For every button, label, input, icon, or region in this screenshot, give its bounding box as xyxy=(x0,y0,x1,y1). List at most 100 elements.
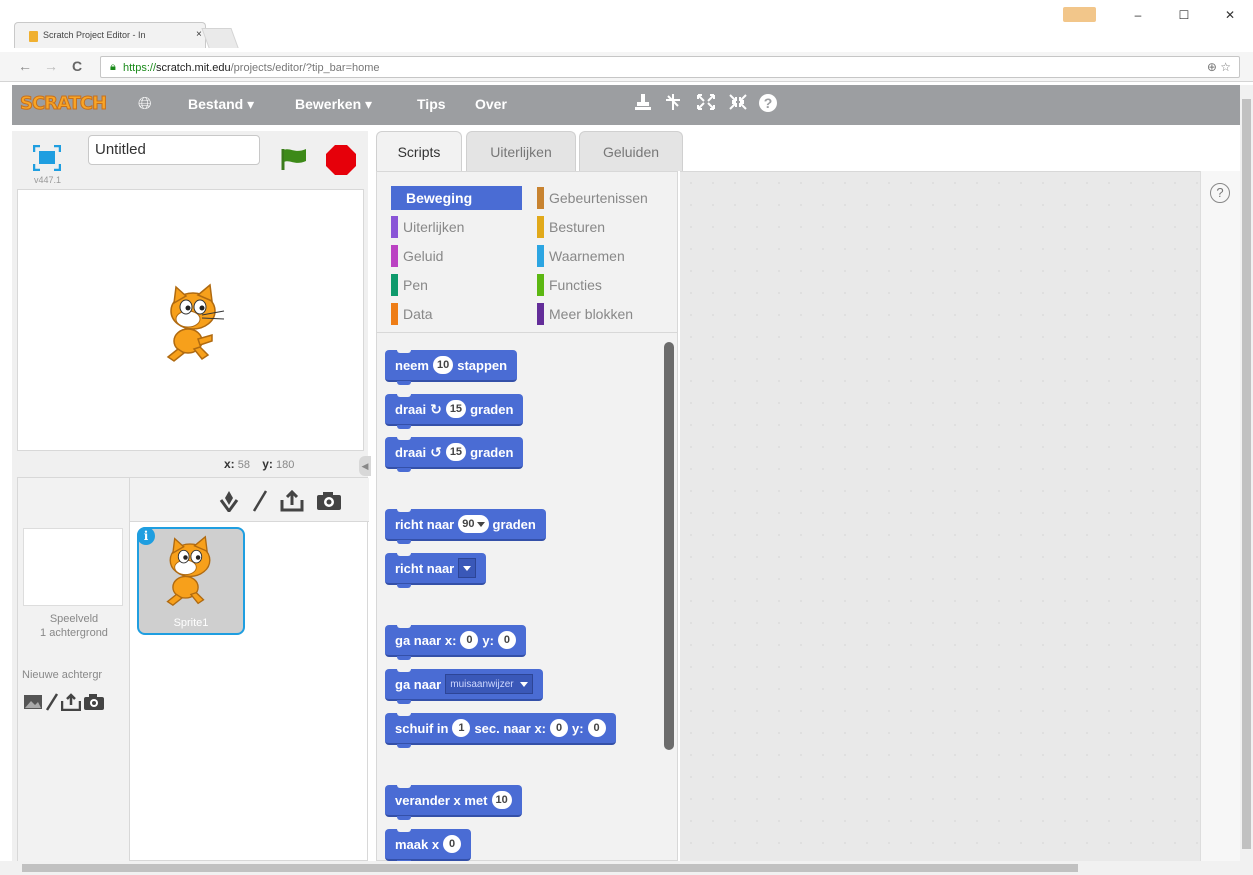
block-turn-left[interactable]: draai ↺ 15 graden xyxy=(385,436,524,472)
green-flag-icon[interactable] xyxy=(280,147,310,171)
maximize-button[interactable]: ☐ xyxy=(1161,0,1207,30)
fullscreen-icon[interactable] xyxy=(33,145,61,171)
zoom-icon[interactable]: ⊕ xyxy=(1207,60,1217,74)
block-set-x[interactable]: maak x0 xyxy=(385,828,472,862)
sprite-library-icon[interactable] xyxy=(218,490,240,512)
block-point-towards[interactable]: richt naar xyxy=(385,552,487,588)
language-globe-icon[interactable]: 🌐︎ xyxy=(138,94,152,114)
category-functies[interactable]: Functies xyxy=(537,273,602,297)
menu-over[interactable]: Over xyxy=(475,96,507,112)
block-glide[interactable]: schuif in 1 sec. naar x: 0 y: 0 xyxy=(385,712,616,748)
browser-toolbar: ← → C 🔒︎ https://scratch.mit.edu/project… xyxy=(0,52,1253,82)
sprite-cat-icon xyxy=(166,535,211,607)
stamp-icon[interactable] xyxy=(634,93,652,116)
new-sprite-toolbar xyxy=(130,478,369,522)
category-beweging[interactable]: Beweging xyxy=(391,186,522,210)
collapse-stage-tab[interactable]: ◀ xyxy=(359,456,371,476)
goto-x-input[interactable]: 0 xyxy=(460,631,479,649)
address-bar[interactable]: 🔒︎ https://scratch.mit.edu/projects/edit… xyxy=(100,56,1240,78)
browser-tabstrip: Scratch Project Editor - In × – ☐ ✕ xyxy=(0,0,1253,52)
glide-seconds-input[interactable]: 1 xyxy=(452,719,471,737)
camera-sprite-icon[interactable] xyxy=(316,491,342,511)
new-backdrop-label: Nieuwe achtergr xyxy=(22,669,103,681)
paint-backdrop-icon[interactable] xyxy=(45,693,59,711)
menu-bestand[interactable]: Bestand ▾ xyxy=(188,96,254,113)
backdrop-library-icon[interactable] xyxy=(23,694,43,710)
palette-scrollbar[interactable] xyxy=(664,342,674,750)
turn-left-degrees-input[interactable]: 15 xyxy=(445,443,467,461)
new-sprite-tools xyxy=(218,490,342,512)
category-meer-blokken[interactable]: Meer blokken xyxy=(537,302,633,326)
category-geluid[interactable]: Geluid xyxy=(391,244,443,268)
block-change-x[interactable]: verander x met 10 xyxy=(385,784,522,820)
category-gebeurtenissen[interactable]: Gebeurtenissen xyxy=(537,186,648,210)
sprite-thumbnail[interactable]: i Sprite1 xyxy=(137,527,245,635)
upload-backdrop-icon[interactable] xyxy=(61,693,81,711)
scratch-favicon-icon xyxy=(29,31,38,42)
block-turn-right[interactable]: draai ↻ 15 graden xyxy=(385,393,524,429)
help-button[interactable]: ? xyxy=(1210,183,1230,203)
point-towards-dropdown[interactable] xyxy=(458,558,477,578)
script-area[interactable] xyxy=(680,171,1200,861)
svg-text:?: ? xyxy=(764,95,773,111)
grow-icon[interactable] xyxy=(696,93,716,116)
stage-thumbnail[interactable] xyxy=(23,528,123,606)
stop-icon[interactable] xyxy=(325,144,357,176)
scratch-menu-bar: SCRATCH 🌐︎ Bestand ▾ Bewerken ▾ Tips Ove… xyxy=(12,85,1240,125)
paint-sprite-icon[interactable] xyxy=(252,490,268,512)
change-x-input[interactable]: 10 xyxy=(491,791,512,809)
block-point-direction[interactable]: richt naar 90 graden xyxy=(385,508,546,544)
direction-dropdown[interactable]: 90 xyxy=(458,515,489,533)
tab-scripts[interactable]: Scripts xyxy=(376,131,462,171)
stage-canvas[interactable] xyxy=(17,189,364,451)
horizontal-scroll-thumb[interactable] xyxy=(22,864,1078,872)
user-profile-badge[interactable] xyxy=(1063,7,1096,22)
reload-icon[interactable]: C xyxy=(72,58,82,74)
forward-icon[interactable]: → xyxy=(44,58,58,74)
tab-close-icon[interactable]: × xyxy=(196,29,202,40)
browser-tab[interactable]: Scratch Project Editor - In × xyxy=(14,22,206,48)
shrink-icon[interactable] xyxy=(728,93,748,116)
help-icon[interactable]: ? xyxy=(758,93,778,118)
minimize-button[interactable]: – xyxy=(1115,0,1161,30)
stage-panel: v447.1 Untitled x: 58 y: 180 ◀ Speelveld… xyxy=(12,131,371,862)
category-waarnemen[interactable]: Waarnemen xyxy=(537,244,625,268)
turn-right-degrees-input[interactable]: 15 xyxy=(445,400,467,418)
set-x-input[interactable]: 0 xyxy=(443,835,462,853)
category-uiterlijken[interactable]: Uiterlijken xyxy=(391,215,464,239)
back-icon[interactable]: ← xyxy=(18,58,32,74)
upload-sprite-icon[interactable] xyxy=(280,490,304,512)
close-window-button[interactable]: ✕ xyxy=(1207,0,1253,30)
category-besturen[interactable]: Besturen xyxy=(537,215,605,239)
block-palette: Beweging Uiterlijken Geluid Pen Data Geb… xyxy=(376,171,678,862)
cat-sprite-icon[interactable] xyxy=(158,283,228,363)
block-move-steps[interactable]: neem 10 stappen xyxy=(385,349,518,385)
sprite-pane: Speelveld 1 achtergrond Nieuwe achtergr … xyxy=(17,477,369,862)
steps-input[interactable]: 10 xyxy=(432,356,454,374)
goto-y-input[interactable]: 0 xyxy=(497,631,516,649)
tab-sounds[interactable]: Geluiden xyxy=(579,131,683,171)
block-go-to[interactable]: ga naar muisaanwijzer xyxy=(385,668,543,704)
omnibox-icons: ⊕ ☆ xyxy=(1207,60,1231,74)
rotate-counterclockwise-icon: ↺ xyxy=(430,443,442,460)
category-pen[interactable]: Pen xyxy=(391,273,428,297)
project-title-input[interactable]: Untitled xyxy=(88,135,260,165)
vertical-scroll-thumb[interactable] xyxy=(1242,99,1251,849)
cut-icon[interactable] xyxy=(664,93,682,116)
goto-target-dropdown[interactable]: muisaanwijzer xyxy=(445,674,533,694)
page-horizontal-scrollbar[interactable] xyxy=(0,861,1253,875)
x-coordinate: 58 xyxy=(237,459,250,471)
menu-bewerken[interactable]: Bewerken ▾ xyxy=(295,96,372,113)
new-tab-button[interactable] xyxy=(201,28,239,48)
page-vertical-scrollbar[interactable] xyxy=(1240,85,1253,861)
camera-backdrop-icon[interactable] xyxy=(83,693,105,711)
menu-tips[interactable]: Tips xyxy=(417,96,446,112)
glide-y-input[interactable]: 0 xyxy=(587,719,606,737)
star-icon[interactable]: ☆ xyxy=(1220,60,1231,74)
glide-x-input[interactable]: 0 xyxy=(550,719,568,737)
block-go-to-xy[interactable]: ga naar x: 0 y: 0 xyxy=(385,624,526,660)
sprite-info-icon[interactable]: i xyxy=(137,527,155,545)
scratch-logo[interactable]: SCRATCH xyxy=(19,93,107,115)
category-data[interactable]: Data xyxy=(391,302,433,326)
tab-costumes[interactable]: Uiterlijken xyxy=(466,131,576,171)
